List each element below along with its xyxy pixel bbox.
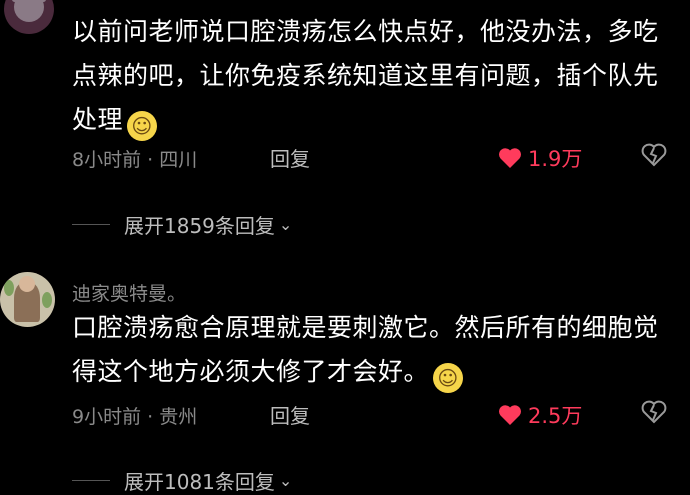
smile-emoji-icon: ☺: [127, 111, 158, 141]
avatar-leaf: [42, 292, 52, 308]
chevron-down-icon: ⌄: [278, 215, 293, 234]
reply-button[interactable]: 回复: [270, 143, 310, 172]
heart-icon: [499, 148, 521, 168]
like-count: 1.9万: [528, 147, 583, 171]
smile-emoji-icon: ☺: [433, 363, 464, 393]
avatar-leaf: [4, 280, 14, 296]
divider-line: [72, 224, 110, 225]
expand-replies-button[interactable]: 展开1081条回复 ⌄: [72, 466, 292, 495]
comment-meta: 9小时前 · 贵州: [72, 406, 198, 428]
avatar[interactable]: [4, 0, 54, 34]
like-button[interactable]: 1.9万: [498, 143, 582, 173]
expand-replies-label: 展开1081条回复: [124, 470, 275, 494]
avatar-head: [19, 276, 35, 292]
comment-text: 口腔溃疡愈合原理就是要刺激它。然后所有的细胞觉得这个地方必须大修了才会好。 ☺: [72, 306, 672, 394]
comment-meta: 8小时前 · 四川: [72, 149, 198, 171]
avatar-face: [14, 0, 44, 22]
like-button[interactable]: 2.5万: [498, 400, 582, 430]
comment-body: 口腔溃疡愈合原理就是要刺激它。然后所有的细胞觉得这个地方必须大修了才会好。: [72, 313, 659, 386]
avatar[interactable]: [0, 272, 55, 327]
comment-text: 以前问老师说口腔溃疡怎么快点好，他没办法，多吃点辣的吧，让你免疫系统知道这里有问…: [72, 10, 672, 142]
chevron-down-icon: ⌄: [278, 471, 293, 490]
username[interactable]: 迪家奥特曼。: [72, 279, 186, 306]
heart-icon: [499, 405, 521, 425]
expand-replies-label: 展开1859条回复: [124, 214, 275, 238]
comment-body: 以前问老师说口腔溃疡怎么快点好，他没办法，多吃点辣的吧，让你免疫系统知道这里有问…: [72, 17, 659, 134]
expand-replies-button[interactable]: 展开1859条回复 ⌄: [72, 210, 292, 239]
divider-line: [72, 480, 110, 481]
broken-heart-icon[interactable]: [641, 400, 667, 424]
broken-heart-icon[interactable]: [641, 143, 667, 167]
reply-button[interactable]: 回复: [270, 400, 310, 429]
like-count: 2.5万: [528, 404, 583, 428]
